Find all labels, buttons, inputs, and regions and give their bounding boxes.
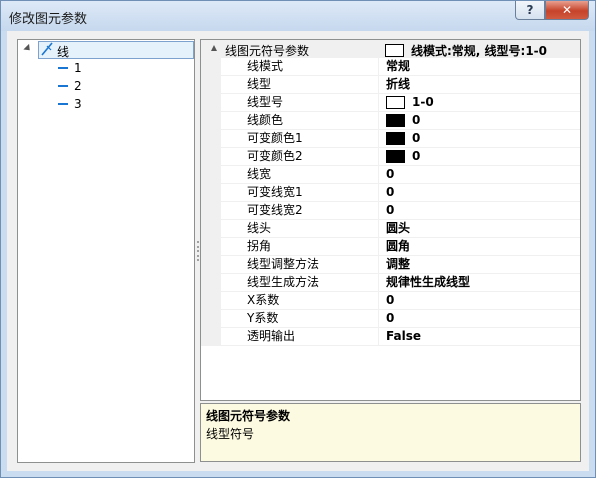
line-dash-icon xyxy=(58,67,68,69)
close-icon: ✕ xyxy=(561,3,573,17)
line-dash-icon xyxy=(58,103,68,105)
property-name: 可变线宽1 xyxy=(221,184,379,202)
property-row-adjust-method[interactable]: 线型调整方法 调整 xyxy=(201,256,580,274)
property-value[interactable]: 调整 xyxy=(379,256,580,274)
property-name: 透明输出 xyxy=(221,328,379,346)
tree-item-label: 3 xyxy=(74,97,82,111)
property-row-transparent-output[interactable]: 透明输出 False xyxy=(201,328,580,346)
property-name: 可变颜色2 xyxy=(221,148,379,166)
tree-item-child-2[interactable]: 2 xyxy=(18,77,194,95)
category-value-text: 线模式:常规, 线型号:1-0 xyxy=(411,44,548,58)
property-row-line-cap[interactable]: 线头 圆头 xyxy=(201,220,580,238)
property-row-y-coefficient[interactable]: Y系数 0 xyxy=(201,310,580,328)
property-row-x-coefficient[interactable]: X系数 0 xyxy=(201,292,580,310)
tree-item-child-3[interactable]: 3 xyxy=(18,95,194,113)
title-bar[interactable]: 修改图元参数 ? ✕ xyxy=(1,1,595,31)
property-category-row[interactable]: 线图元符号参数 线模式:常规, 线型号:1-0 xyxy=(201,40,580,58)
property-value[interactable]: 0 xyxy=(379,310,580,328)
description-text: 线型符号 xyxy=(206,427,255,441)
property-row-variable-color-1[interactable]: 可变颜色1 0 xyxy=(201,130,580,148)
property-name: 线颜色 xyxy=(221,112,379,130)
property-value[interactable]: 常规 xyxy=(379,58,580,76)
property-name: 拐角 xyxy=(221,238,379,256)
color-swatch xyxy=(386,132,405,145)
property-value[interactable]: 0 xyxy=(379,130,580,148)
property-row-line-mode[interactable]: 线模式 常规 xyxy=(201,58,580,76)
property-value[interactable]: 0 xyxy=(379,166,580,184)
category-value: 线模式:常规, 线型号:1-0 xyxy=(385,42,547,59)
property-value[interactable]: 0 xyxy=(379,148,580,166)
property-row-line-style-number[interactable]: 线型号 1-0 xyxy=(201,94,580,112)
property-value[interactable]: 圆角 xyxy=(379,238,580,256)
property-name: 可变颜色1 xyxy=(221,130,379,148)
collapse-triangle-icon[interactable] xyxy=(211,45,217,51)
tree-item-line[interactable]: 线 xyxy=(18,41,194,59)
color-swatch xyxy=(385,44,404,57)
dialog-client-area: 线 1 2 3 线图元符号参数 线模式:常规, 线型号:1-0 线模式 常规 线… xyxy=(7,31,589,471)
window-title: 修改图元参数 xyxy=(9,12,88,27)
collapse-arrow-icon[interactable] xyxy=(23,43,33,54)
color-swatch xyxy=(386,150,405,163)
property-value[interactable]: 1-0 xyxy=(379,94,580,112)
property-name: 线型调整方法 xyxy=(221,256,379,274)
category-name: 线图元符号参数 xyxy=(225,44,310,58)
property-value[interactable]: 折线 xyxy=(379,76,580,94)
tree-item-label: 2 xyxy=(74,79,82,93)
property-name: 线宽 xyxy=(221,166,379,184)
color-swatch xyxy=(386,96,405,109)
tree-item-label: 1 xyxy=(74,61,82,75)
description-title: 线图元符号参数 xyxy=(206,409,291,423)
property-row-corner[interactable]: 拐角 圆角 xyxy=(201,238,580,256)
property-row-line-type[interactable]: 线型 折线 xyxy=(201,76,580,94)
property-value[interactable]: 0 xyxy=(379,202,580,220)
property-value[interactable]: 圆头 xyxy=(379,220,580,238)
property-name: 线模式 xyxy=(221,58,379,76)
dialog-window: 修改图元参数 ? ✕ 线 1 2 3 线图元符号参数 线模式:常规, 线型号:1… xyxy=(0,0,596,478)
property-value[interactable]: 规律性生成线型 xyxy=(379,274,580,292)
property-name: Y系数 xyxy=(221,310,379,328)
help-button[interactable]: ? xyxy=(515,1,545,20)
help-icon: ? xyxy=(526,3,534,17)
property-description-panel: 线图元符号参数 线型符号 xyxy=(200,403,581,462)
property-name: 线型号 xyxy=(221,94,379,112)
property-value[interactable]: False xyxy=(379,328,580,346)
property-value[interactable]: 0 xyxy=(379,112,580,130)
property-name: 线型生成方法 xyxy=(221,274,379,292)
property-name: 线型 xyxy=(221,76,379,94)
element-tree[interactable]: 线 1 2 3 xyxy=(17,39,195,463)
property-name: 可变线宽2 xyxy=(221,202,379,220)
property-row-line-color[interactable]: 线颜色 0 xyxy=(201,112,580,130)
property-name: X系数 xyxy=(221,292,379,310)
property-row-generate-method[interactable]: 线型生成方法 规律性生成线型 xyxy=(201,274,580,292)
tree-item-child-1[interactable]: 1 xyxy=(18,59,194,77)
property-value[interactable]: 0 xyxy=(379,292,580,310)
property-row-variable-width-2[interactable]: 可变线宽2 0 xyxy=(201,202,580,220)
property-value[interactable]: 0 xyxy=(379,184,580,202)
property-grid[interactable]: 线图元符号参数 线模式:常规, 线型号:1-0 线模式 常规 线型 折线 线型号 xyxy=(200,39,581,401)
color-swatch xyxy=(386,114,405,127)
line-tool-icon xyxy=(41,42,53,56)
property-row-variable-color-2[interactable]: 可变颜色2 0 xyxy=(201,148,580,166)
close-button[interactable]: ✕ xyxy=(545,1,589,20)
line-dash-icon xyxy=(58,85,68,87)
property-row-variable-width-1[interactable]: 可变线宽1 0 xyxy=(201,184,580,202)
property-row-line-width[interactable]: 线宽 0 xyxy=(201,166,580,184)
tree-item-label: 线 xyxy=(57,45,70,59)
property-name: 线头 xyxy=(221,220,379,238)
